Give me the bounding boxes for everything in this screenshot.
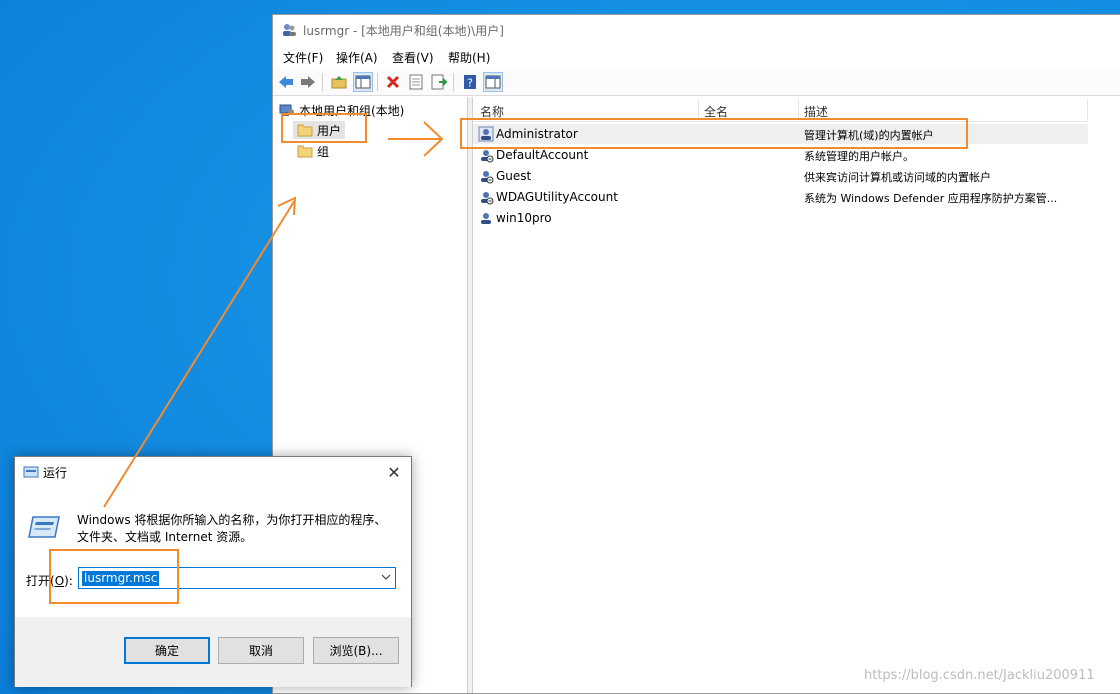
run-description-line2: 文件夹、文档或 Internet 资源。 bbox=[77, 530, 253, 544]
browse-button[interactable]: 浏览(B)... bbox=[313, 637, 399, 664]
user-account-icon bbox=[478, 126, 494, 142]
list-item-wdagutilityaccount[interactable]: WDAGUtilityAccount 系统为 Windows Defender … bbox=[473, 187, 1088, 207]
export-list-icon[interactable] bbox=[429, 72, 449, 92]
menu-file[interactable]: 文件(F) bbox=[283, 49, 323, 66]
action-pane-icon[interactable] bbox=[483, 72, 503, 92]
list-item-administrator[interactable]: Administrator 管理计算机(域)的内置帐户 bbox=[473, 124, 1088, 144]
run-app-icon bbox=[23, 466, 39, 478]
tree-item-groups-label: 组 bbox=[317, 144, 330, 159]
column-name[interactable]: 名称 bbox=[480, 103, 504, 120]
user-name: Guest bbox=[496, 169, 532, 183]
run-titlebar[interactable]: 运行 bbox=[15, 457, 411, 487]
ok-button[interactable]: 确定 bbox=[124, 637, 210, 664]
tree-root-label: 本地用户和组(本地) bbox=[299, 103, 405, 118]
run-command-value: lusrmgr.msc bbox=[82, 571, 160, 586]
disabled-user-icon bbox=[481, 192, 494, 205]
cancel-button[interactable]: 取消 bbox=[218, 637, 304, 664]
menu-help[interactable]: 帮助(H) bbox=[448, 49, 490, 66]
tree-item-users[interactable]: 用户 bbox=[293, 121, 346, 139]
toolbar: ? bbox=[273, 69, 1120, 96]
run-program-icon bbox=[28, 516, 60, 538]
computer-users-icon bbox=[279, 104, 294, 116]
user-account-icon bbox=[481, 213, 491, 224]
column-description[interactable]: 描述 bbox=[804, 103, 828, 120]
forward-arrow-icon[interactable] bbox=[298, 72, 318, 92]
user-name: Administrator bbox=[496, 127, 578, 141]
delete-icon[interactable] bbox=[383, 72, 403, 92]
up-folder-icon[interactable] bbox=[329, 72, 349, 92]
user-list: 名称 全名 描述 Administrator 管理计算机(域)的内置帐户 Def… bbox=[473, 97, 1120, 693]
list-item-defaultaccount[interactable]: DefaultAccount 系统管理的用户帐户。 bbox=[473, 145, 1088, 165]
folder-icon bbox=[297, 145, 313, 158]
run-description: Windows 将根据你所输入的名称，为你打开相应的程序、 文件夹、文档或 In… bbox=[77, 512, 397, 546]
tree-item-groups[interactable]: 组 bbox=[297, 142, 329, 160]
show-hide-tree-icon[interactable] bbox=[353, 72, 373, 92]
run-title: 运行 bbox=[43, 466, 68, 480]
column-fullname[interactable]: 全名 bbox=[704, 103, 728, 120]
list-item-guest[interactable]: Guest 供来宾访问计算机或访问域的内置帐户 bbox=[473, 166, 1088, 186]
folder-icon bbox=[297, 124, 313, 137]
properties-icon[interactable] bbox=[406, 72, 426, 92]
user-name: win10pro bbox=[496, 211, 552, 225]
user-description: 管理计算机(域)的内置帐户 bbox=[804, 129, 934, 142]
window-titlebar[interactable]: lusrmgr - [本地用户和组(本地)\用户] bbox=[273, 15, 1120, 45]
run-description-line1: Windows 将根据你所输入的名称，为你打开相应的程序、 bbox=[77, 513, 387, 527]
close-icon[interactable]: ✕ bbox=[383, 461, 405, 483]
chevron-down-icon[interactable] bbox=[381, 573, 391, 581]
run-command-input[interactable]: lusrmgr.msc bbox=[78, 567, 396, 589]
disabled-user-icon bbox=[481, 150, 494, 163]
menu-view[interactable]: 查看(V) bbox=[392, 49, 434, 66]
svg-text:?: ? bbox=[467, 77, 473, 90]
watermark: https://blog.csdn.net/Jackliu200911 bbox=[864, 668, 1095, 683]
tree-root[interactable]: 本地用户和组(本地) bbox=[279, 101, 404, 119]
tree-item-users-label: 用户 bbox=[317, 123, 342, 138]
list-item-win10pro[interactable]: win10pro bbox=[473, 208, 1088, 228]
run-dialog: 运行 ✕ Windows 将根据你所输入的名称，为你打开相应的程序、 文件夹、文… bbox=[14, 456, 412, 687]
list-header: 名称 全名 描述 bbox=[473, 99, 1088, 122]
back-arrow-icon[interactable] bbox=[276, 72, 296, 92]
user-description: 系统为 Windows Defender 应用程序防护方案管... bbox=[804, 192, 1058, 205]
user-name: DefaultAccount bbox=[496, 148, 589, 162]
users-app-icon bbox=[283, 24, 296, 36]
help-icon[interactable]: ? bbox=[460, 72, 480, 92]
user-name: WDAGUtilityAccount bbox=[496, 190, 618, 204]
window-title: lusrmgr - [本地用户和组(本地)\用户] bbox=[303, 24, 504, 38]
open-label: 打开(O): bbox=[26, 574, 73, 588]
user-description: 供来宾访问计算机或访问域的内置帐户 bbox=[804, 171, 991, 184]
disabled-user-icon bbox=[481, 171, 494, 184]
menu-action[interactable]: 操作(A) bbox=[336, 49, 378, 66]
user-description: 系统管理的用户帐户。 bbox=[804, 150, 914, 163]
menu-bar: 文件(F) 操作(A) 查看(V) 帮助(H) bbox=[273, 48, 1120, 68]
